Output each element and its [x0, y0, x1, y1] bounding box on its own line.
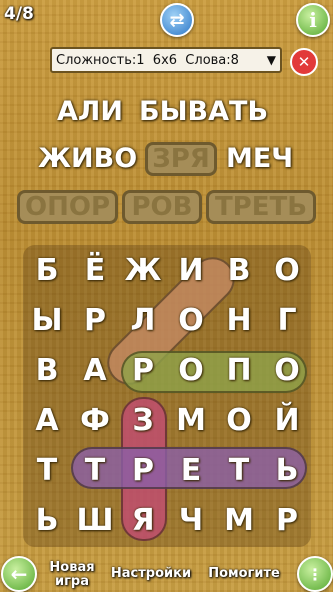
grid-cell[interactable]: Т [215, 445, 263, 495]
menu-dots-icon[interactable]: ⋮ [297, 556, 333, 592]
grid-cell[interactable]: Е [167, 445, 215, 495]
grid-cell[interactable]: О [167, 345, 215, 395]
word-remaining: АЛИ [57, 96, 123, 127]
grid-cell[interactable]: Б [23, 245, 71, 295]
grid-cell[interactable]: Ф [71, 395, 119, 445]
grid-cell[interactable]: Ы [23, 295, 71, 345]
word-remaining: МЕЧ [226, 143, 294, 174]
grid-cell[interactable]: Ь [263, 445, 311, 495]
grid-cell[interactable]: А [23, 395, 71, 445]
grid-cell[interactable]: Т [71, 445, 119, 495]
help-button[interactable]: Помогите [203, 567, 285, 581]
swap-icon[interactable]: ⇄ [160, 3, 194, 37]
info-icon[interactable]: i [296, 3, 330, 37]
grid-cell[interactable]: М [167, 395, 215, 445]
chevron-down-icon: ▼ [266, 53, 276, 67]
grid-cell[interactable]: Ж [119, 245, 167, 295]
word-remaining: БЫВАТЬ [139, 96, 269, 127]
progress-counter: 4/8 [4, 4, 34, 24]
grid-cell[interactable]: О [167, 295, 215, 345]
close-icon[interactable]: ✕ [290, 48, 318, 76]
grid-cell[interactable]: В [23, 345, 71, 395]
grid-cell[interactable]: Р [71, 295, 119, 345]
grid-cell[interactable]: М [215, 495, 263, 545]
difficulty-value: Сложность:1 6x6 Слова:8 [56, 52, 239, 68]
grid-cell[interactable]: О [215, 395, 263, 445]
grid-cell[interactable]: Р [263, 495, 311, 545]
difficulty-dropdown[interactable]: Сложность:1 6x6 Слова:8 ▼ [50, 47, 282, 73]
grid-cell[interactable]: Ч [167, 495, 215, 545]
word-found: ЗРЯ [145, 142, 217, 176]
grid-cell[interactable]: З [119, 395, 167, 445]
grid-cell[interactable]: Я [119, 495, 167, 545]
grid-cell[interactable]: Й [263, 395, 311, 445]
grid-cell[interactable]: В [215, 245, 263, 295]
grid-cell[interactable]: А [71, 345, 119, 395]
new-game-button[interactable]: Новая игра [46, 561, 98, 589]
back-arrow-icon[interactable]: ← [1, 556, 37, 592]
grid-cell[interactable]: И [167, 245, 215, 295]
settings-button[interactable]: Настройки [107, 567, 195, 581]
grid-cell[interactable]: Н [215, 295, 263, 345]
word-found: РОВ [122, 190, 202, 224]
grid-cell[interactable]: Ш [71, 495, 119, 545]
word-remaining: ЖИВО [38, 143, 138, 174]
grid-cell[interactable]: Р [119, 445, 167, 495]
grid-cell[interactable]: П [215, 345, 263, 395]
grid-cell[interactable]: О [263, 245, 311, 295]
word-found: ОПОР [17, 190, 118, 224]
grid-cell[interactable]: О [263, 345, 311, 395]
word-found: ТРЕТЬ [206, 190, 316, 224]
grid-cell[interactable]: Г [263, 295, 311, 345]
letter-grid[interactable]: БЁЖИВОЫРЛОНГВАРОПОАФЗМОЙТТРЕТЬЬШЯЧМР [23, 245, 311, 547]
grid-cell[interactable]: Ё [71, 245, 119, 295]
grid-cell[interactable]: Р [119, 345, 167, 395]
grid-cell[interactable]: Ь [23, 495, 71, 545]
grid-cell[interactable]: Т [23, 445, 71, 495]
grid-cell[interactable]: Л [119, 295, 167, 345]
